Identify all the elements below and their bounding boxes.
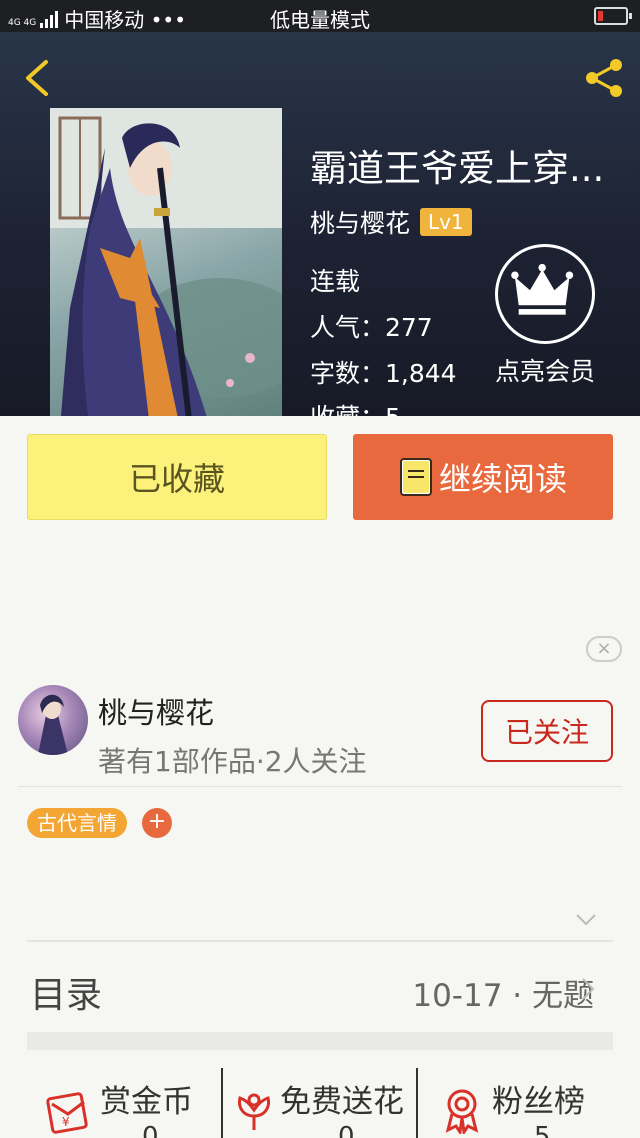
separator: [221, 1068, 223, 1138]
separator: [416, 1068, 418, 1138]
fan-ranking-label: 粉丝榜: [492, 1084, 585, 1120]
reward-coins-button[interactable]: ¥ 赏金币 0: [44, 1072, 220, 1138]
section-separator: [27, 1032, 613, 1050]
continue-reading-label: 继续阅读: [438, 460, 567, 498]
follow-button[interactable]: 已关注: [481, 700, 613, 762]
send-flower-count: 0: [338, 1122, 355, 1138]
reward-coins-count: 0: [142, 1122, 159, 1138]
battery-icon: [594, 7, 632, 25]
favorites-stat: 收藏：5: [310, 398, 401, 416]
book-cover-image[interactable]: [50, 108, 282, 416]
author-card-meta: 著有1部作品·2人关注: [98, 745, 367, 778]
book-status: 连载: [310, 267, 361, 296]
popularity-stat: 人气：277: [310, 313, 433, 342]
chevron-down-icon[interactable]: [574, 912, 598, 928]
power-mode: 低电量模式: [270, 8, 370, 32]
svg-text:¥: ¥: [62, 1115, 70, 1129]
close-ad-icon[interactable]: ×: [586, 636, 622, 662]
book-header: 霸道王爷爱上穿... 桃与樱花 Lv1 连载 人气：277 字数：1,844 收…: [0, 32, 640, 416]
vip-button[interactable]: 点亮会员: [490, 244, 600, 388]
send-flower-label: 免费送花: [280, 1084, 404, 1120]
latest-chapter[interactable]: 10-17 · 无题: [412, 970, 594, 1015]
vip-label: 点亮会员: [494, 357, 595, 386]
genre-tag[interactable]: 古代言情: [27, 808, 127, 838]
continue-reading-button[interactable]: 继续阅读: [353, 434, 613, 520]
book-title: 霸道王爷爱上穿...: [310, 147, 605, 190]
level-badge: Lv1: [420, 208, 472, 236]
author-avatar[interactable]: [18, 685, 88, 755]
status-bar: 4G 4G 中国移动 ••• 低电量模式: [0, 0, 640, 32]
send-flower-button[interactable]: 免费送花 0: [230, 1072, 416, 1138]
book-icon: [399, 458, 432, 496]
divider: [27, 940, 613, 942]
author-row: 桃与樱花 Lv1: [310, 204, 472, 240]
back-icon[interactable]: [18, 56, 58, 100]
fan-ranking-count: 5: [534, 1122, 551, 1138]
red-envelope-icon: ¥: [46, 1092, 88, 1134]
word-count-stat: 字数：1,844: [310, 359, 457, 388]
fan-ranking-button[interactable]: 粉丝榜 5: [440, 1072, 630, 1138]
chevron-right-icon[interactable]: [580, 976, 596, 1002]
favorited-button[interactable]: 已收藏: [27, 434, 327, 520]
add-tag-button[interactable]: +: [142, 808, 172, 838]
flower-icon: [238, 1093, 270, 1130]
divider: [18, 786, 622, 787]
author-card-name[interactable]: 桃与樱花: [98, 690, 214, 732]
crown-icon: [495, 244, 595, 344]
reward-coins-label: 赏金币: [100, 1084, 193, 1120]
medal-icon: [445, 1089, 479, 1134]
share-icon[interactable]: [580, 54, 628, 102]
author-name[interactable]: 桃与樱花: [310, 204, 410, 240]
toc-title[interactable]: 目录: [30, 966, 102, 1018]
